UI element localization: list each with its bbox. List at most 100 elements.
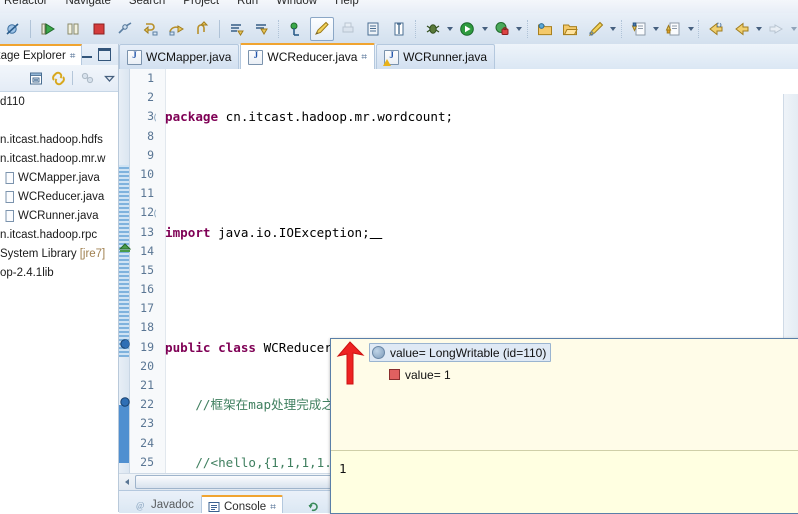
view-menu-icon[interactable] bbox=[77, 68, 97, 88]
menu-item-help[interactable]: Help bbox=[335, 0, 359, 7]
popup-detail-pane[interactable]: 1 bbox=[331, 451, 798, 513]
list-item[interactable]: n.itcast.hadoop.rpc bbox=[0, 225, 119, 244]
close-icon[interactable]: ⌗ bbox=[270, 502, 276, 513]
search-dropdown-icon[interactable] bbox=[609, 18, 618, 40]
forward-dropdown-icon[interactable] bbox=[789, 18, 798, 40]
step-return-icon[interactable] bbox=[190, 17, 214, 41]
list-item-spacer bbox=[0, 111, 119, 130]
package-explorer-tab-label: Package Explorer bbox=[0, 50, 66, 62]
save-icon[interactable] bbox=[284, 17, 308, 41]
back-dropdown-icon[interactable] bbox=[755, 18, 764, 40]
menu-item-search[interactable]: Search bbox=[129, 0, 165, 7]
toolbar-separator bbox=[414, 19, 417, 38]
external-tools-dropdown-icon[interactable] bbox=[515, 18, 524, 40]
popup-variable-tree[interactable]: value= LongWritable (id=110) value= 1 bbox=[331, 339, 798, 450]
refresh-icon[interactable] bbox=[307, 499, 320, 512]
step-over-icon[interactable] bbox=[164, 17, 188, 41]
list-item[interactable]: WCReducer.java bbox=[0, 187, 119, 206]
link-with-editor-icon[interactable] bbox=[48, 68, 68, 88]
tab-wcreducer-java[interactable]: WCReducer.java ⌗ bbox=[240, 43, 376, 69]
menu-item-navigate[interactable]: Navigate bbox=[65, 0, 110, 7]
bottom-view-toolbar[interactable] bbox=[301, 495, 326, 513]
list-item[interactable]: System Library [jre7] bbox=[0, 244, 119, 263]
popup-child-label: value= 1 bbox=[405, 367, 451, 382]
package-explorer-tree[interactable]: d110 n.itcast.hadoop.hdfs n.itcast.hadoo… bbox=[0, 92, 119, 512]
bottom-tab-label: Javadoc bbox=[151, 499, 194, 511]
search-pencil-icon[interactable] bbox=[584, 17, 608, 41]
open-task-icon[interactable] bbox=[387, 17, 411, 41]
popup-selected-variable-row[interactable]: value= LongWritable (id=110) bbox=[369, 343, 552, 362]
java-file-icon bbox=[2, 190, 15, 203]
list-item[interactable]: n.itcast.hadoop.hdfs bbox=[0, 130, 119, 149]
new-java-package-icon[interactable] bbox=[251, 17, 275, 41]
package-explorer-view: Package Explorer ⌗ bbox=[0, 44, 119, 512]
open-folder-icon[interactable] bbox=[559, 17, 583, 41]
disconnect-icon[interactable] bbox=[113, 17, 137, 41]
breakpoint-icon[interactable] bbox=[119, 338, 131, 350]
code-line: import java.io.IOException;⎽ bbox=[165, 224, 383, 240]
run-dropdown-icon[interactable] bbox=[480, 18, 489, 40]
suspend-icon[interactable] bbox=[61, 17, 85, 41]
tab-console[interactable]: Console ⌗ bbox=[201, 495, 283, 513]
tab-javadoc[interactable]: @ Javadoc bbox=[129, 495, 200, 513]
line-number: 15 bbox=[140, 262, 154, 277]
forward-arrow-icon[interactable] bbox=[764, 17, 788, 41]
java-file-icon bbox=[127, 49, 142, 65]
expand-toggle-icon[interactable] bbox=[372, 346, 385, 359]
menu-item-run[interactable]: Run bbox=[237, 0, 258, 7]
scroll-left-icon[interactable] bbox=[119, 475, 134, 490]
list-item[interactable]: WCRunner.java bbox=[0, 206, 119, 225]
previous-annotation-icon[interactable] bbox=[662, 17, 686, 41]
line-number: 3 bbox=[130, 107, 165, 126]
new-java-class-icon[interactable] bbox=[225, 17, 249, 41]
tree-item-label: System Library bbox=[0, 247, 77, 260]
maximize-icon[interactable] bbox=[98, 48, 111, 61]
view-dropdown-icon[interactable] bbox=[99, 68, 119, 88]
breakpoint-icon[interactable] bbox=[119, 396, 131, 408]
svg-text:@: @ bbox=[136, 501, 144, 511]
line-number: 18 bbox=[140, 320, 154, 335]
tab-wcmapper-java[interactable]: WCMapper.java bbox=[119, 44, 240, 69]
forward-nav-icon[interactable] bbox=[730, 17, 754, 41]
override-marker-icon bbox=[119, 242, 131, 254]
tab-package-explorer[interactable]: Package Explorer ⌗ bbox=[0, 44, 83, 66]
line-number: 14 bbox=[140, 243, 154, 258]
resume-icon[interactable] bbox=[36, 17, 60, 41]
debug-variable-hover-popup[interactable]: value= LongWritable (id=110) value= 1 1 bbox=[330, 338, 798, 514]
popup-child-variable-row[interactable]: value= 1 bbox=[389, 365, 798, 384]
list-item[interactable]: WCMapper.java bbox=[0, 168, 119, 187]
line-number: 11 bbox=[140, 186, 154, 201]
line-number: 10 bbox=[140, 166, 154, 181]
external-tools-icon[interactable] bbox=[490, 17, 514, 41]
close-icon[interactable]: ⌗ bbox=[361, 52, 367, 63]
run-icon[interactable] bbox=[456, 17, 480, 41]
debug-dropdown-icon[interactable] bbox=[446, 18, 455, 40]
menu-item-refactor[interactable]: Refactor bbox=[4, 0, 47, 7]
next-annotation-icon[interactable] bbox=[627, 17, 651, 41]
minimize-icon[interactable] bbox=[81, 49, 93, 59]
tree-item-label: d110 bbox=[0, 95, 25, 108]
popup-variable-label: value= LongWritable (id=110) bbox=[390, 345, 547, 360]
pencil-icon[interactable] bbox=[310, 16, 334, 41]
menu-item-window[interactable]: Window bbox=[276, 0, 317, 7]
open-type-icon[interactable] bbox=[362, 17, 386, 41]
print-icon[interactable] bbox=[336, 17, 360, 41]
step-into-icon[interactable] bbox=[139, 17, 163, 41]
toggle-breakpoint-icon[interactable] bbox=[1, 17, 25, 41]
tree-item-label: n.itcast.hadoop.hdfs bbox=[0, 133, 103, 146]
tab-wcrunner-java[interactable]: WCRunner.java bbox=[376, 44, 496, 69]
debug-icon[interactable] bbox=[421, 17, 445, 41]
back-icon[interactable] bbox=[704, 17, 728, 41]
close-icon[interactable]: ⌗ bbox=[70, 51, 76, 62]
next-annotation-dropdown-icon[interactable] bbox=[652, 18, 661, 40]
list-item[interactable]: d110 bbox=[0, 92, 119, 111]
menu-item-project[interactable]: Project bbox=[183, 0, 219, 7]
collapse-all-icon[interactable] bbox=[26, 68, 46, 88]
terminate-icon[interactable] bbox=[87, 17, 111, 41]
list-item[interactable]: op-2.4.1lib bbox=[0, 263, 119, 282]
previous-annotation-dropdown-icon[interactable] bbox=[686, 18, 695, 40]
new-folder-icon[interactable] bbox=[533, 17, 557, 41]
list-item[interactable]: n.itcast.hadoop.mr.w bbox=[0, 149, 119, 168]
toolbar-separator bbox=[620, 19, 623, 38]
